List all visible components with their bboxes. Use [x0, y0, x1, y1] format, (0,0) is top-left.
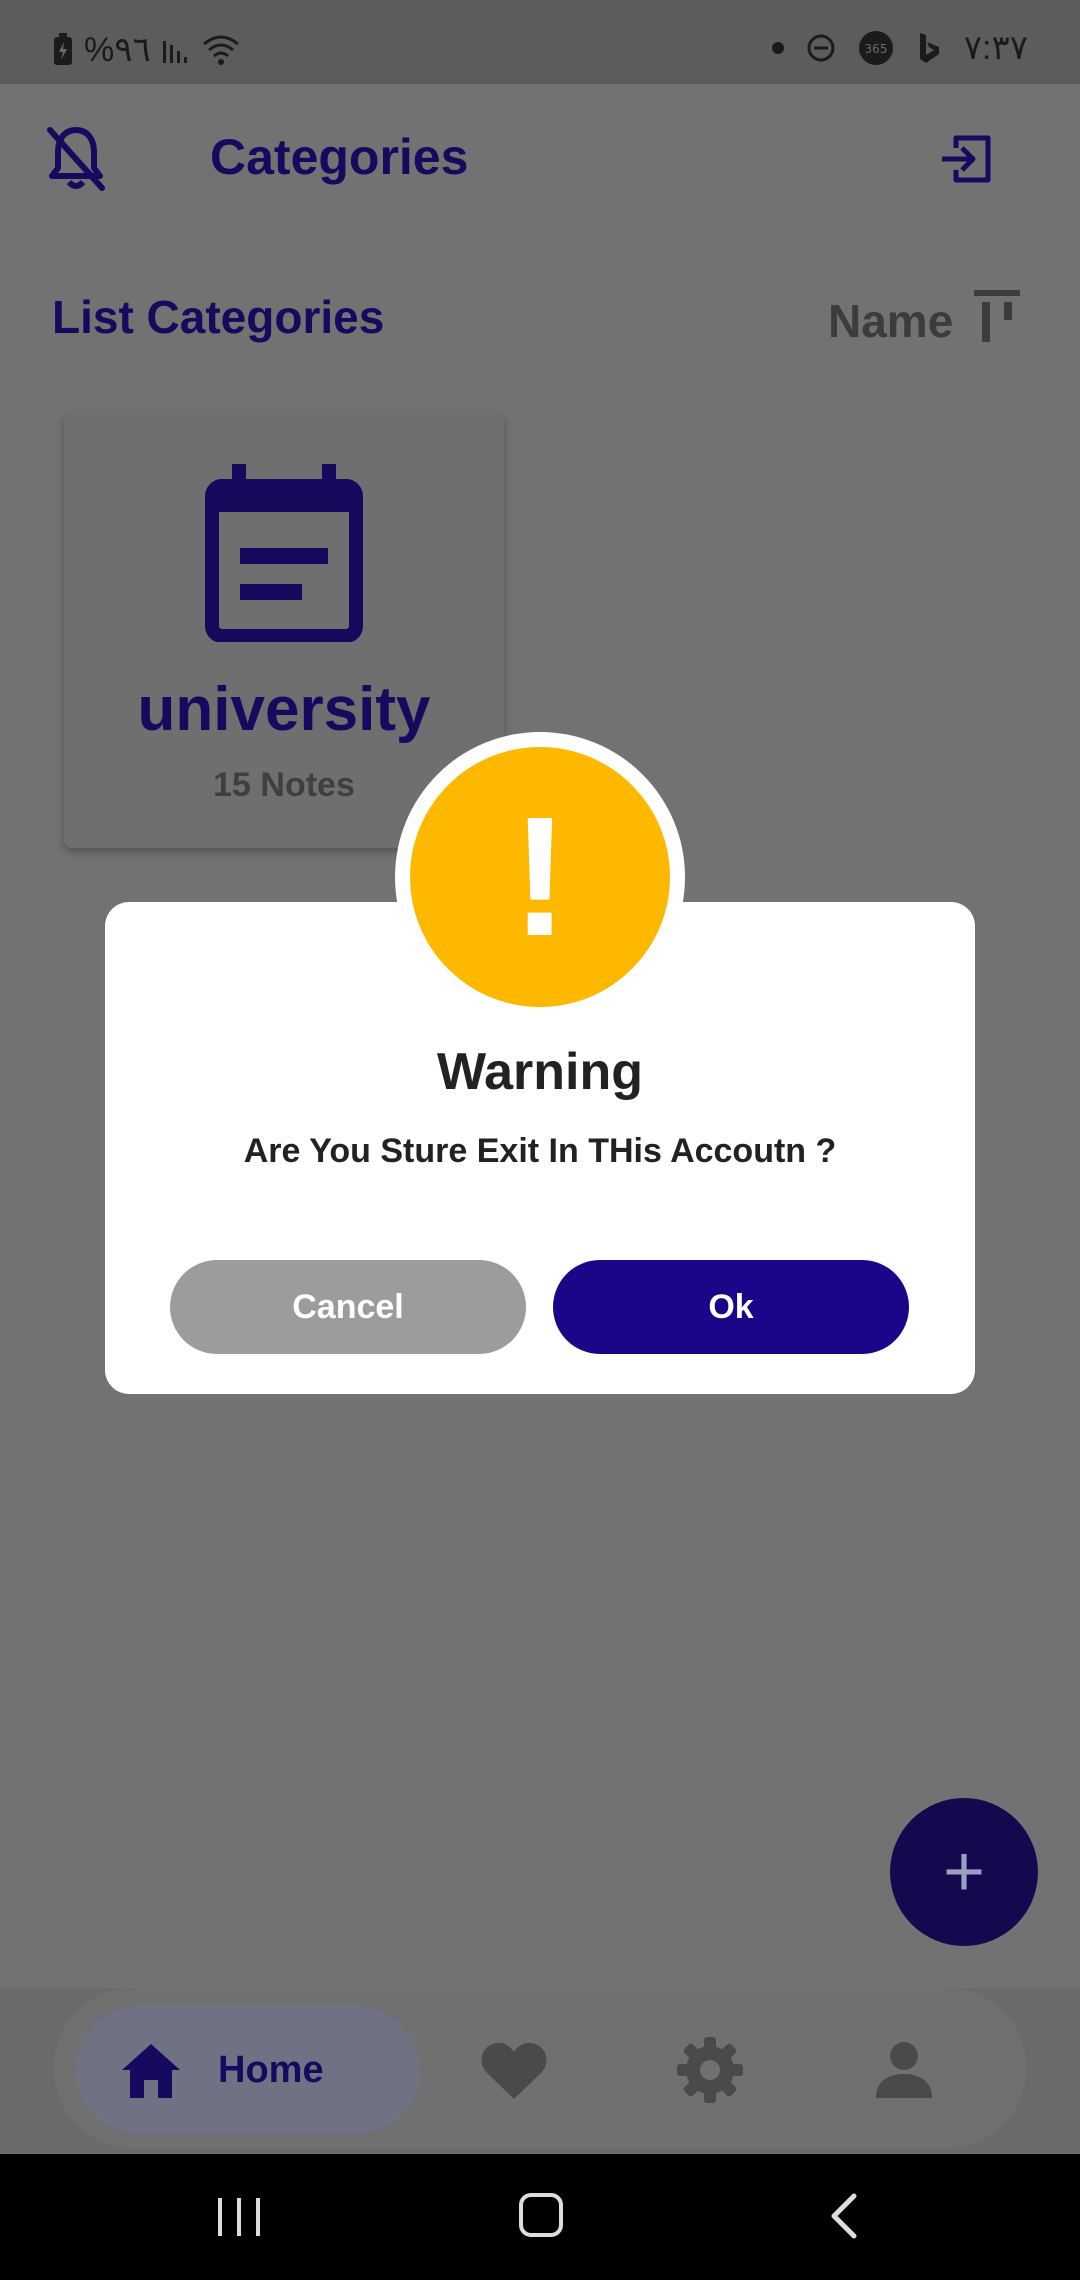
svg-text:365: 365 [864, 42, 887, 56]
category-name: university [137, 675, 431, 744]
nav-item-favorites[interactable] [474, 2030, 554, 2110]
notes-calendar-icon [205, 464, 363, 642]
add-category-button[interactable]: + [890, 1798, 1038, 1946]
dialog-message: Are You Sture Exit In THis Accoutn ? [243, 1132, 837, 1170]
system-nav-bar [0, 2154, 1080, 2280]
sort-icon[interactable] [970, 288, 1024, 344]
home-nav-icon[interactable] [518, 2192, 564, 2238]
gear-icon [677, 2037, 743, 2103]
list-categories-title: List Categories [52, 291, 385, 343]
notification-dot-icon [771, 42, 784, 54]
wifi-icon [202, 35, 239, 65]
home-icon [122, 2044, 180, 2098]
ok-button[interactable]: Ok [553, 1260, 909, 1354]
nav-item-settings[interactable] [670, 2030, 750, 2110]
dialog-title: Warning [436, 1043, 644, 1101]
do-not-disturb-icon [807, 34, 835, 62]
recent-apps-icon[interactable] [214, 2196, 264, 2238]
person-icon [876, 2042, 932, 2098]
battery-charging-icon [54, 33, 72, 65]
nav-item-profile[interactable] [864, 2030, 944, 2110]
status-left: %٩٦ [52, 30, 241, 70]
page-title: Categories [210, 129, 469, 185]
office365-icon: 365 [858, 31, 893, 65]
bing-icon [919, 33, 939, 63]
status-right: 365 ٧:٣٧ [771, 28, 1028, 68]
signal-icon [162, 41, 187, 63]
nav-item-home[interactable]: Home [76, 2006, 420, 2134]
cancel-button[interactable]: Cancel [170, 1260, 526, 1354]
nav-home-label: Home [218, 2048, 324, 2091]
sort-label[interactable]: Name [828, 294, 953, 348]
back-nav-icon[interactable] [826, 2192, 860, 2240]
logout-icon[interactable] [938, 134, 992, 184]
warning-icon: ! [410, 747, 670, 1007]
battery-percent: %٩٦ [84, 31, 151, 69]
status-time: ٧:٣٧ [963, 29, 1028, 67]
notifications-off-icon[interactable] [44, 124, 108, 194]
plus-icon: + [942, 1832, 986, 1912]
heart-icon [481, 2042, 547, 2099]
